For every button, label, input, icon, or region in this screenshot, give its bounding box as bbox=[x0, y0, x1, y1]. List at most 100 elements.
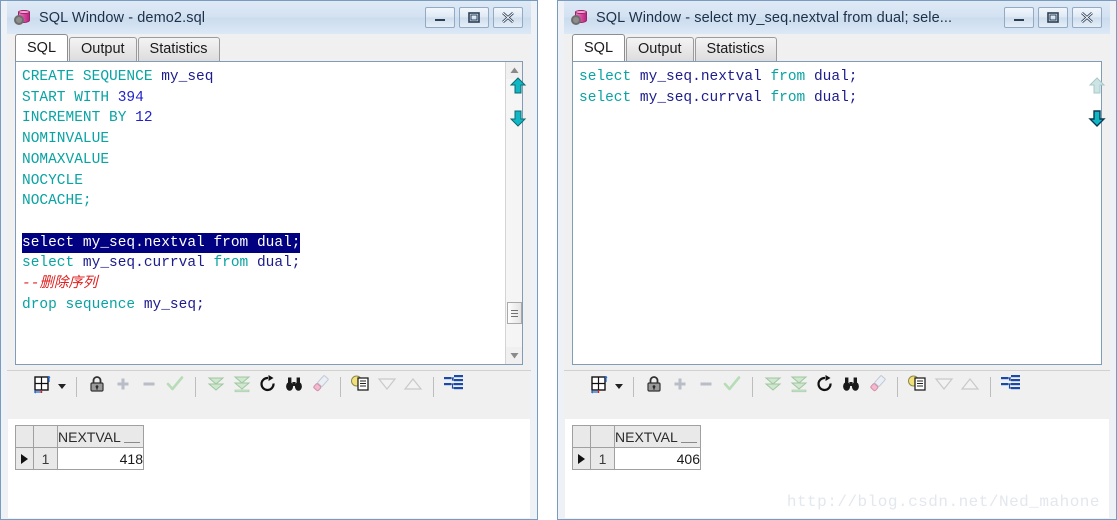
titlebar-left[interactable]: SQL Window - demo2.sql bbox=[7, 1, 531, 34]
database-gear-icon bbox=[14, 9, 32, 27]
window-client-area-right: SQL Window - select my_seq.nextval from … bbox=[564, 1, 1110, 519]
code-line[interactable]: select my_seq.currval from dual; bbox=[22, 253, 522, 274]
tabstrip-left: SQL Output Statistics bbox=[7, 34, 531, 61]
commit-button bbox=[719, 374, 745, 400]
sql-code-left[interactable]: CREATE SEQUENCE my_seq START WITH 394 INCR… bbox=[22, 67, 522, 315]
nav-down-arrow-icon[interactable] bbox=[509, 109, 527, 127]
restore-button-right[interactable] bbox=[1038, 7, 1068, 28]
lock-button[interactable] bbox=[641, 374, 667, 400]
scroll-thumb[interactable] bbox=[507, 302, 522, 324]
minus-icon bbox=[697, 375, 715, 398]
code-line[interactable]: CREATE SEQUENCE my_seq bbox=[22, 67, 522, 88]
code-line[interactable]: --删除序列 bbox=[22, 274, 522, 295]
refresh-icon bbox=[258, 374, 278, 399]
explain-plan-button[interactable] bbox=[998, 374, 1024, 400]
results-toolbar-left[interactable] bbox=[7, 370, 531, 402]
caption-buttons-right bbox=[1004, 7, 1102, 28]
code-token: from bbox=[213, 234, 257, 251]
row-number-cell: 1 bbox=[590, 447, 615, 470]
close-button-right[interactable] bbox=[1072, 7, 1102, 28]
toolbar-separator bbox=[340, 376, 341, 397]
code-line[interactable]: select my_seq.currval from dual; bbox=[579, 88, 1101, 109]
grid-layout-button[interactable] bbox=[586, 374, 612, 400]
minimize-button-right[interactable] bbox=[1004, 7, 1034, 28]
tab-output-right[interactable]: Output bbox=[626, 37, 694, 61]
binoculars-icon bbox=[284, 374, 304, 399]
refresh-button[interactable] bbox=[812, 374, 838, 400]
table-row[interactable]: 1 406 bbox=[572, 447, 701, 470]
binoculars-icon bbox=[841, 374, 861, 399]
fetch-next-page-button bbox=[203, 374, 229, 400]
find-button[interactable] bbox=[838, 374, 864, 400]
toolbar-separator bbox=[433, 376, 434, 397]
code-line[interactable]: INCREMENT BY 12 bbox=[22, 108, 522, 129]
sql-editor-right[interactable]: select my_seq.nextval from dual; select m… bbox=[572, 61, 1102, 365]
explain-plan-button[interactable] bbox=[441, 374, 467, 400]
lock-icon bbox=[644, 374, 664, 399]
code-token: NOMINVALUE bbox=[22, 131, 110, 148]
result-grid-left[interactable]: NEXTVAL 1 418 bbox=[15, 425, 144, 470]
add-row-button bbox=[110, 374, 136, 400]
code-line[interactable]: NOCACHE; bbox=[22, 191, 522, 212]
table-header-row: NEXTVAL bbox=[15, 425, 144, 448]
results-toolbar-right[interactable] bbox=[564, 370, 1110, 402]
code-line[interactable]: NOCYCLE bbox=[22, 171, 522, 192]
code-token: 394 bbox=[117, 89, 144, 106]
copy-to-clipboard-button[interactable] bbox=[348, 374, 374, 400]
nav-up-arrow-icon[interactable] bbox=[1088, 77, 1106, 95]
nav-down-arrow-icon[interactable] bbox=[1088, 109, 1106, 127]
fetch-last-page-button bbox=[229, 374, 255, 400]
column-header[interactable]: NEXTVAL bbox=[614, 425, 701, 448]
titlebar-right[interactable]: SQL Window - select my_seq.nextval from … bbox=[564, 1, 1110, 34]
tab-statistics-right[interactable]: Statistics bbox=[694, 37, 777, 61]
tab-statistics-left[interactable]: Statistics bbox=[137, 37, 220, 61]
toolbar-separator bbox=[633, 376, 634, 397]
lock-button[interactable] bbox=[84, 374, 110, 400]
tab-sql-left[interactable]: SQL bbox=[15, 34, 69, 61]
window-client-area-left: SQL Window - demo2.sql SQL Output Statis… bbox=[7, 1, 531, 519]
refresh-button[interactable] bbox=[255, 374, 281, 400]
fetch-last-page-button bbox=[786, 374, 812, 400]
plus-icon bbox=[671, 375, 689, 398]
code-token: my_seq; bbox=[143, 296, 205, 313]
copy-to-clipboard-button[interactable] bbox=[905, 374, 931, 400]
code-line[interactable]: select my_seq.nextval from dual; bbox=[579, 67, 1101, 88]
chevron-down-icon bbox=[615, 384, 623, 389]
nav-up-arrow-icon[interactable] bbox=[509, 77, 527, 95]
code-token: NOCYCLE bbox=[22, 172, 83, 189]
table-cell[interactable]: 418 bbox=[57, 447, 144, 470]
row-indicator-header bbox=[15, 425, 34, 448]
close-button-left[interactable] bbox=[493, 7, 523, 28]
code-line[interactable]: NOMAXVALUE bbox=[22, 150, 522, 171]
sql-window-right[interactable]: SQL Window - select my_seq.nextval from … bbox=[557, 0, 1117, 520]
code-line-selected[interactable]: select my_seq.nextval from dual; bbox=[22, 232, 522, 254]
tab-output-left[interactable]: Output bbox=[69, 37, 137, 61]
find-button[interactable] bbox=[281, 374, 307, 400]
restore-button-left[interactable] bbox=[459, 7, 489, 28]
row-arrow-icon bbox=[578, 453, 585, 464]
add-row-button bbox=[667, 374, 693, 400]
row-indicator-header bbox=[572, 425, 591, 448]
code-line[interactable]: START WITH 394 bbox=[22, 88, 522, 109]
row-number-header bbox=[590, 425, 615, 448]
watermark-text: http://blog.csdn.net/Ned_mahone bbox=[786, 493, 1100, 511]
toolbar-separator bbox=[752, 376, 753, 397]
sql-window-left[interactable]: SQL Window - demo2.sql SQL Output Statis… bbox=[0, 0, 538, 520]
table-row[interactable]: 1 418 bbox=[15, 447, 144, 470]
sql-editor-left[interactable]: CREATE SEQUENCE my_seq START WITH 394 INCR… bbox=[15, 61, 523, 365]
code-token: NOCACHE; bbox=[22, 193, 92, 210]
minimize-button-left[interactable] bbox=[425, 7, 455, 28]
result-grid-right[interactable]: NEXTVAL 1 406 bbox=[572, 425, 701, 470]
code-token: 12 bbox=[135, 110, 153, 127]
code-line[interactable]: drop sequence my_seq; bbox=[22, 295, 522, 316]
code-line[interactable]: NOMINVALUE bbox=[22, 129, 522, 150]
grid-layout-button[interactable] bbox=[29, 374, 55, 400]
column-header[interactable]: NEXTVAL bbox=[57, 425, 144, 448]
tab-sql-right[interactable]: SQL bbox=[572, 34, 626, 61]
grid-layout-dropdown[interactable] bbox=[612, 374, 626, 400]
table-cell[interactable]: 406 bbox=[614, 447, 701, 470]
sql-code-right[interactable]: select my_seq.nextval from dual; select m… bbox=[579, 67, 1101, 108]
scroll-down-icon[interactable] bbox=[506, 347, 522, 364]
eraser-icon bbox=[310, 374, 330, 399]
grid-layout-dropdown[interactable] bbox=[55, 374, 69, 400]
